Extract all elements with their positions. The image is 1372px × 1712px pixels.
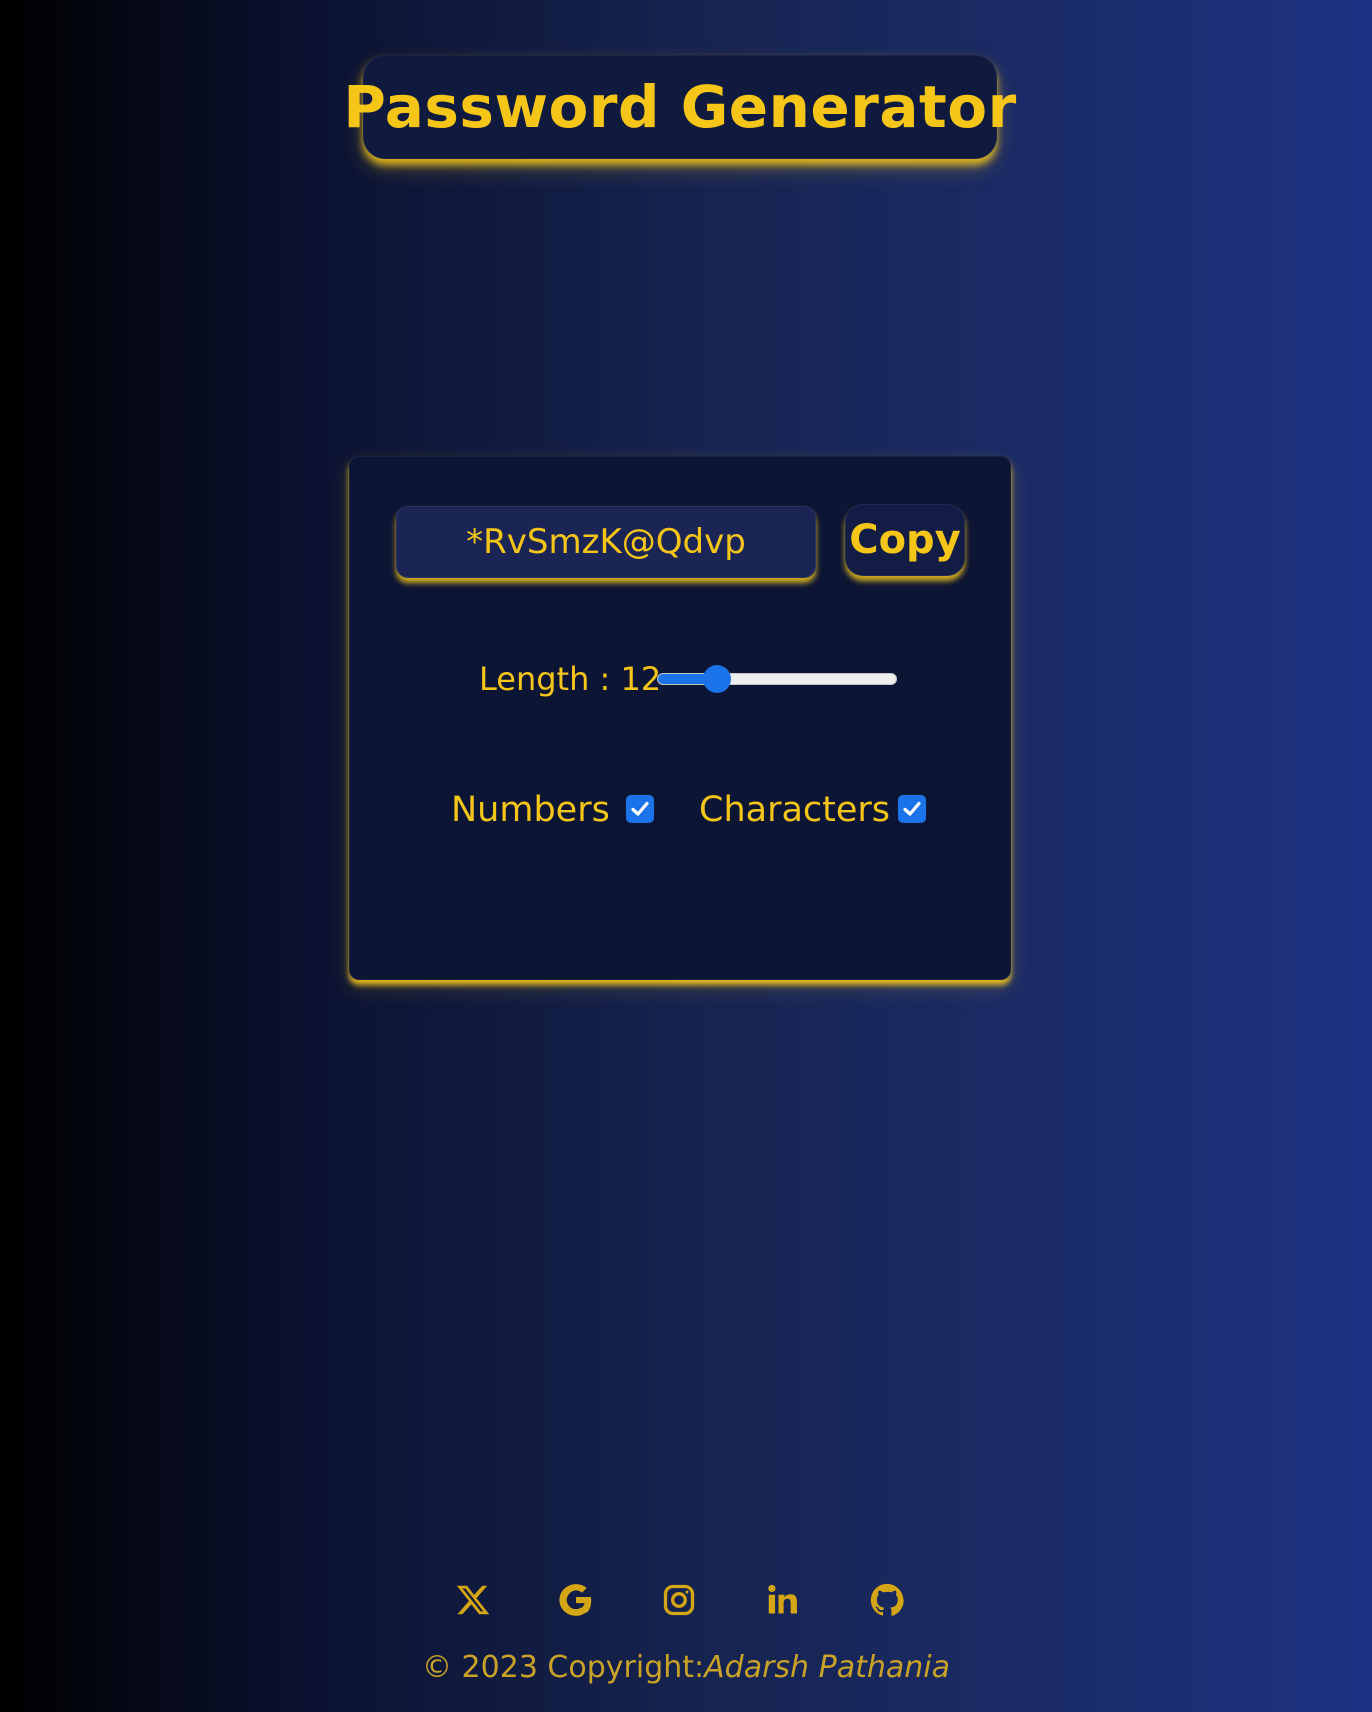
instagram-icon[interactable] xyxy=(657,1578,701,1622)
x-icon[interactable] xyxy=(451,1578,495,1622)
characters-label: Characters xyxy=(699,790,891,830)
slider-thumb[interactable] xyxy=(703,665,731,693)
characters-checkbox[interactable] xyxy=(898,795,926,823)
length-row: Length : 12 xyxy=(350,657,1010,701)
linkedin-icon[interactable] xyxy=(761,1578,805,1622)
numbers-checkbox[interactable] xyxy=(626,795,654,823)
author-name: Adarsh Pathania xyxy=(704,1650,950,1685)
footer-copyright: © 2023 Copyright:Adarsh Pathania xyxy=(0,1650,1372,1685)
options-row: Numbers Characters xyxy=(350,785,1010,835)
page-title: Password Generator xyxy=(343,73,1017,141)
generator-card: Copy Length : 12 Numbers Characters xyxy=(349,456,1011,980)
social-links xyxy=(0,1578,1372,1622)
copy-button[interactable]: Copy xyxy=(845,504,965,576)
check-icon xyxy=(631,801,649,816)
length-slider[interactable] xyxy=(657,665,897,693)
slider-track[interactable] xyxy=(657,673,897,685)
password-field[interactable] xyxy=(396,506,816,578)
google-icon[interactable] xyxy=(554,1578,598,1622)
github-icon[interactable] xyxy=(865,1578,909,1622)
length-label: Length : 12 xyxy=(479,660,662,698)
numbers-label: Numbers xyxy=(451,790,610,830)
title-container: Password Generator xyxy=(343,55,1016,159)
copyright-text: © 2023 Copyright: xyxy=(422,1650,705,1685)
check-icon xyxy=(903,801,921,816)
